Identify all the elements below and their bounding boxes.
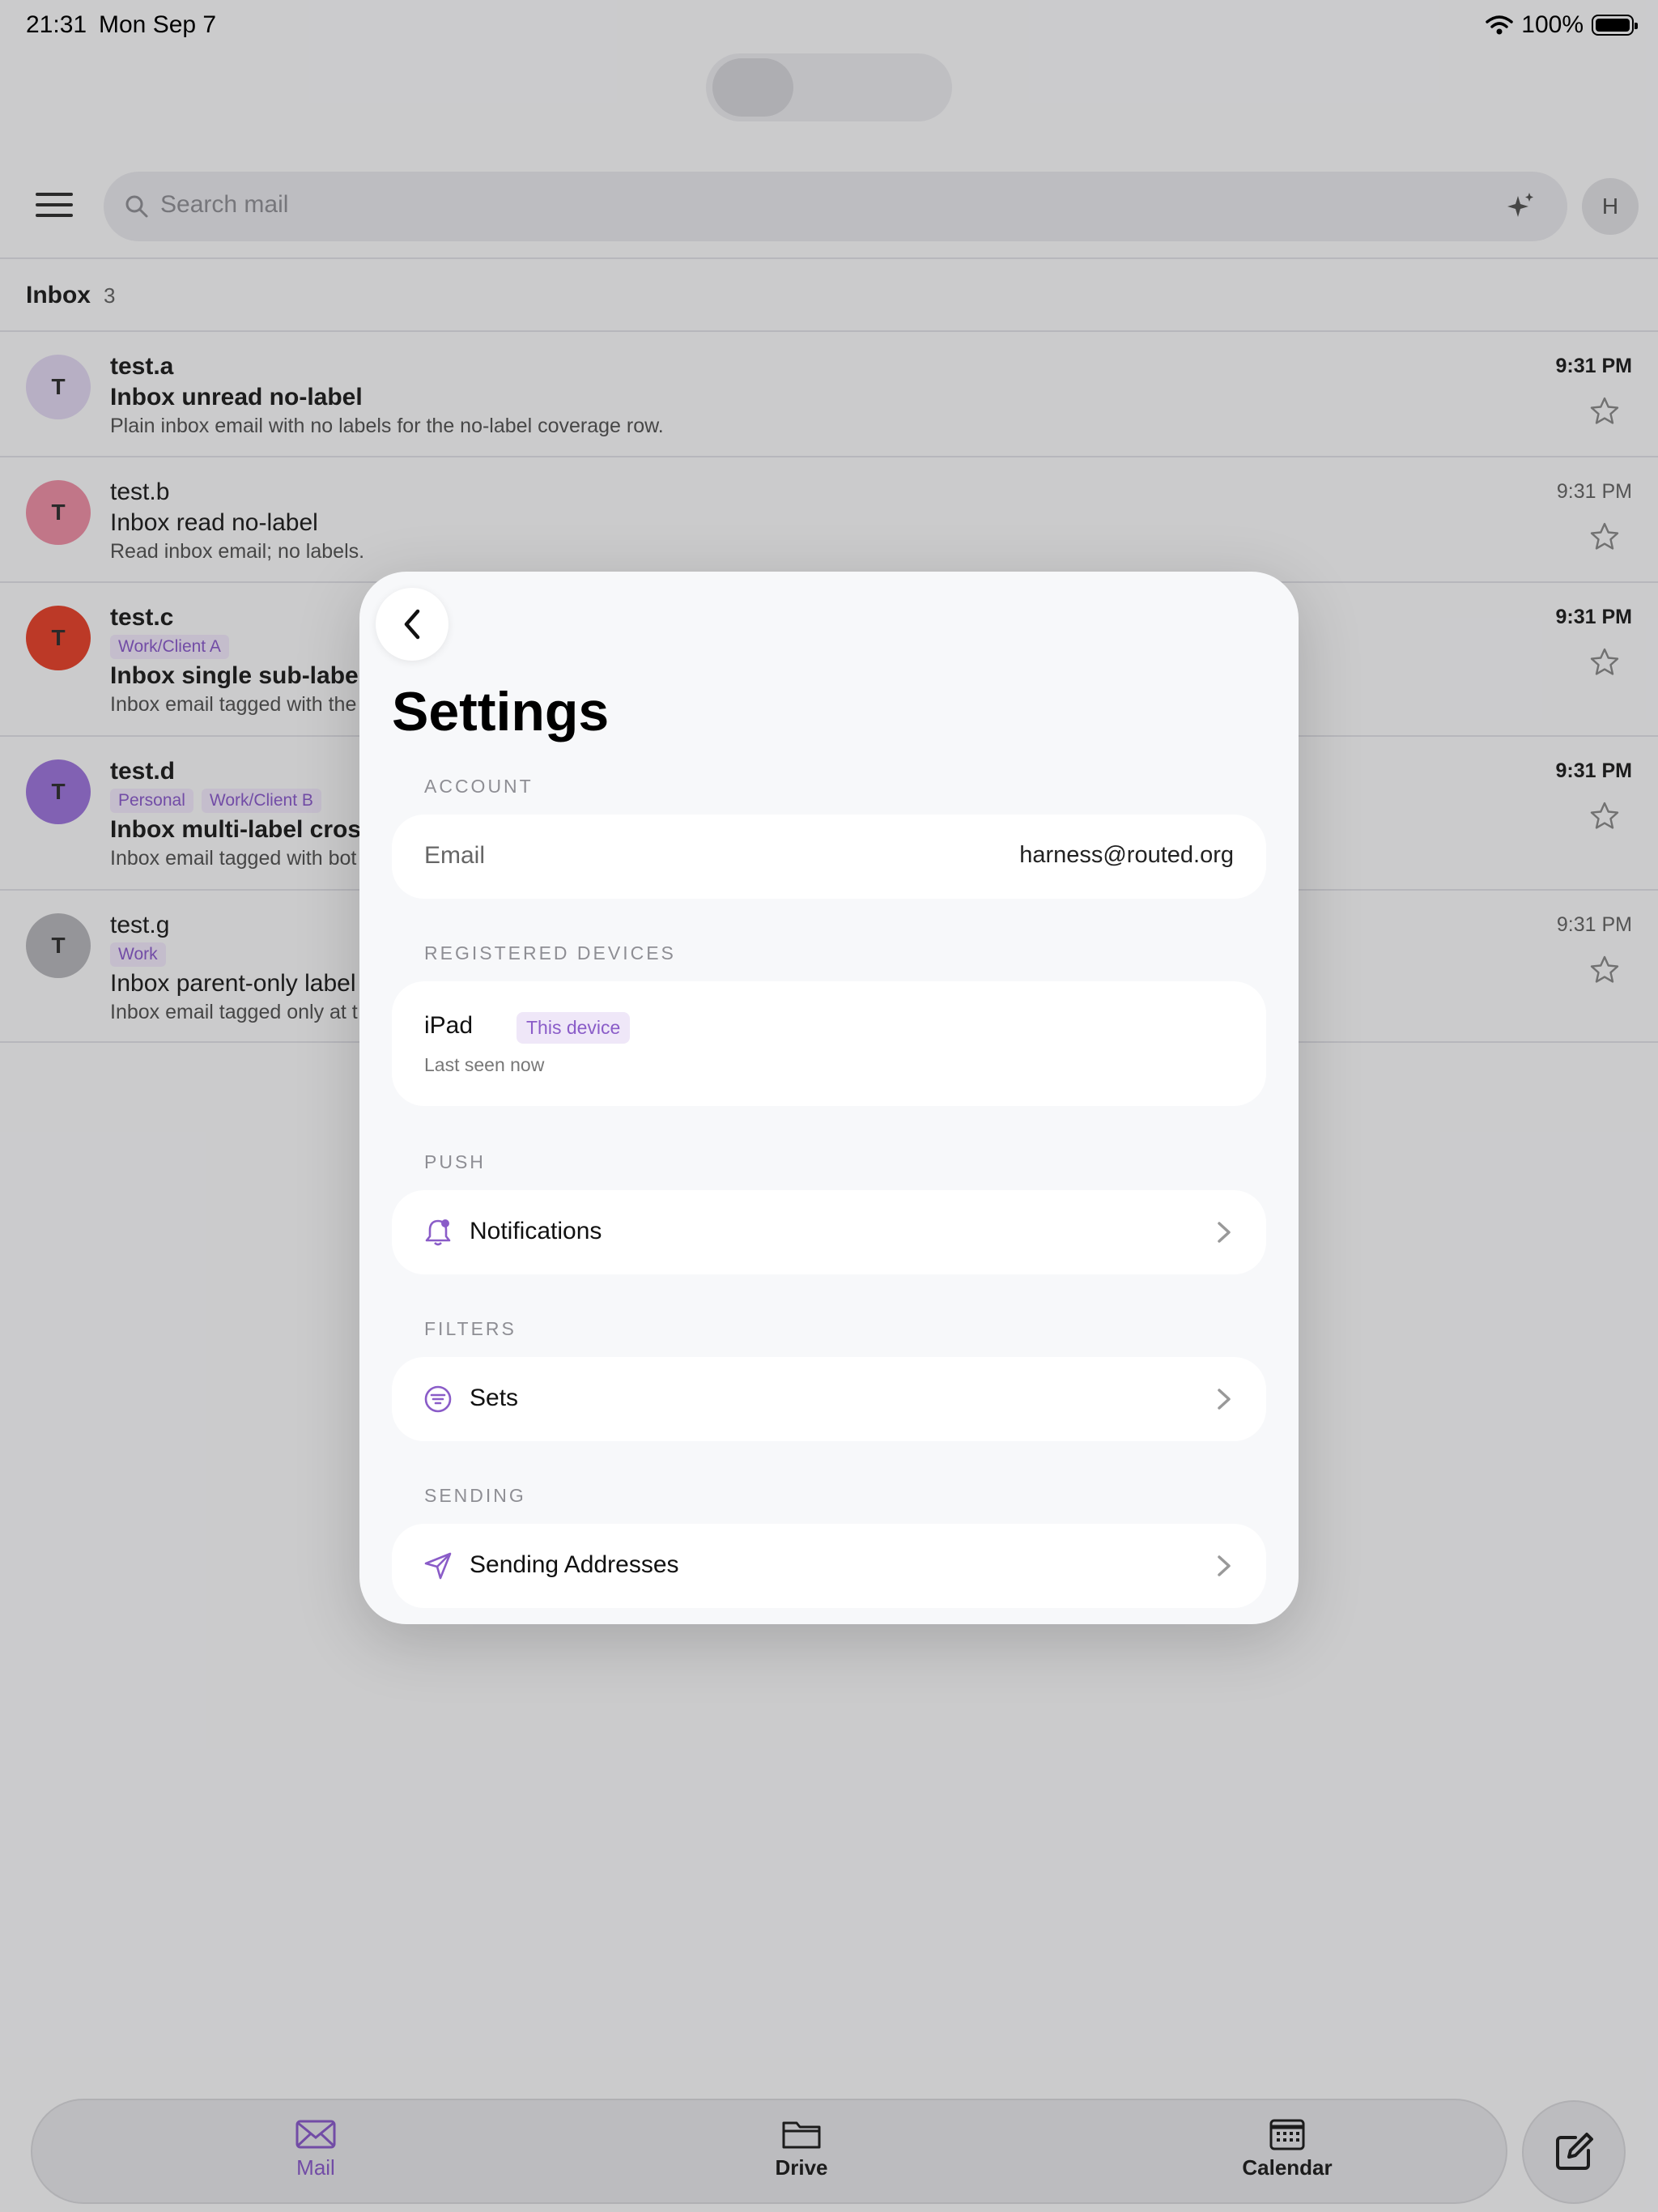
section-push: PUSH [424, 1151, 486, 1172]
settings-title: Settings [392, 681, 610, 742]
mail-app-screen: 21:31 Mon Sep 7 100% Search mail H Inbox… [0, 0, 1658, 2212]
email-label: Email [424, 842, 486, 869]
device-row: iPad This device Last seen now [392, 981, 1266, 1106]
chevron-left-icon [404, 609, 420, 640]
send-icon [424, 1552, 452, 1580]
back-button[interactable] [376, 588, 449, 661]
section-sending: SENDING [424, 1485, 526, 1506]
device-name: iPad [424, 1012, 474, 1039]
email-row: Email harness@routed.org [392, 815, 1266, 899]
sending-addresses-row[interactable]: Sending Addresses [392, 1524, 1266, 1608]
section-registered-devices: REGISTERED DEVICES [424, 942, 676, 963]
email-value: harness@routed.org [1019, 842, 1234, 868]
chevron-right-icon [1218, 1555, 1231, 1576]
notifications-row[interactable]: Notifications [392, 1190, 1266, 1274]
bell-icon [425, 1219, 451, 1246]
chevron-right-icon [1218, 1389, 1231, 1410]
device-last-seen: Last seen now [424, 1054, 545, 1075]
section-account: ACCOUNT [424, 776, 534, 797]
this-device-badge: This device [517, 1012, 631, 1044]
section-filters: FILTERS [424, 1318, 517, 1339]
filter-icon [424, 1385, 452, 1413]
sets-row[interactable]: Sets [392, 1357, 1266, 1441]
chevron-right-icon [1218, 1222, 1231, 1243]
sending-addresses-label: Sending Addresses [470, 1551, 679, 1578]
settings-modal: Settings ACCOUNT Email harness@routed.or… [359, 572, 1299, 1624]
sets-label: Sets [470, 1385, 519, 1411]
notifications-label: Notifications [470, 1218, 602, 1244]
